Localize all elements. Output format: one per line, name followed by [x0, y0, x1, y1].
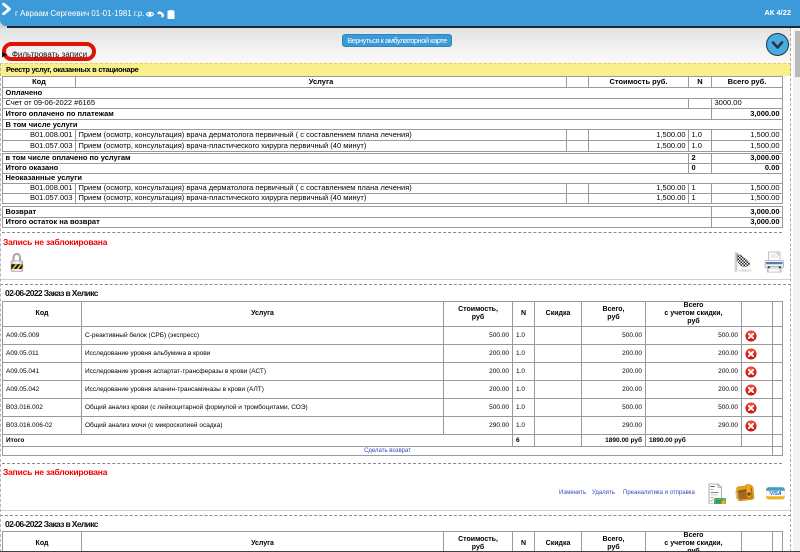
svg-text:VISA: VISA [770, 491, 782, 497]
